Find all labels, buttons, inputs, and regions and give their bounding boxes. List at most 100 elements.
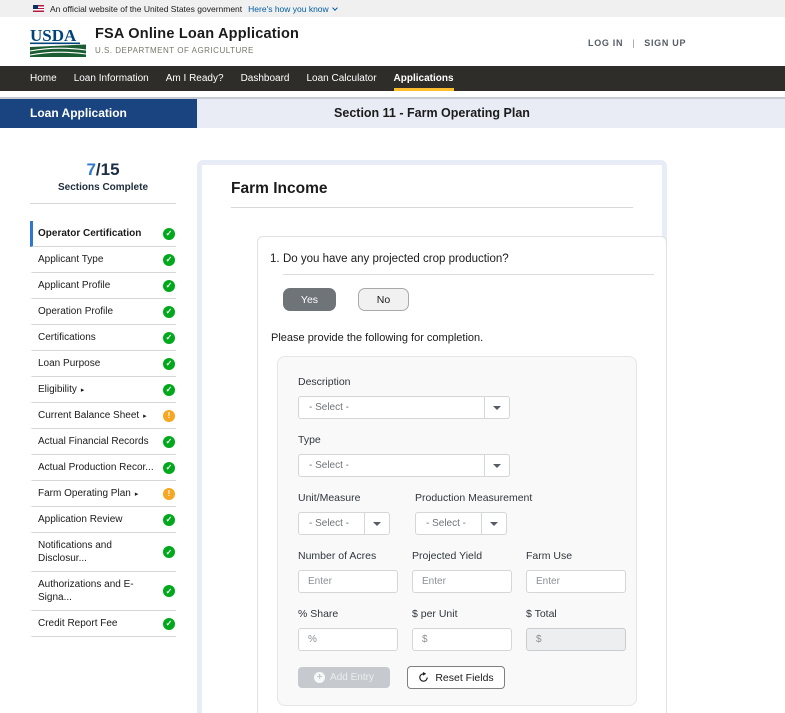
sign-up-link[interactable]: SIGN UP [644,38,686,48]
sidebar-section-item[interactable]: Application Review [30,507,176,533]
progress-total-count: /15 [96,160,120,179]
unit-measure-caret-button[interactable] [364,513,389,534]
number-of-acres-label: Number of Acres [298,550,398,562]
acres-yield-use-inputs [298,570,616,593]
sidebar-section-item[interactable]: Loan Purpose [30,351,176,377]
sidebar-section-item[interactable]: Credit Report Fee [30,611,176,637]
progress-count: 7/15 [30,160,176,180]
section-status-icon [163,514,175,526]
sidebar-section-item[interactable]: Operator Certification [30,221,176,247]
section-status-icon [163,546,175,558]
section-status-icon [163,306,175,318]
page: An official website of the United States… [0,0,785,713]
section-item-label: Applicant Profile [38,279,110,292]
nav-item[interactable]: Loan Information [74,66,149,91]
section-status-icon [163,280,175,292]
plus-icon: + [314,672,325,683]
sidebar-section-item[interactable]: Current Balance Sheet ▸ [30,403,176,429]
section-item-label: Operation Profile [38,305,113,318]
nav-item[interactable]: Loan Calculator [306,66,376,91]
section-item-label: Farm Operating Plan [38,487,131,500]
description-caret-button[interactable] [484,397,509,418]
header-titles: FSA Online Loan Application U.S. DEPARTM… [95,26,299,55]
nav-item-label: Dashboard [241,73,290,84]
type-select[interactable]: - Select - [298,454,510,477]
crop-entry-form: Description - Select - Type - Select - [277,356,637,706]
no-button[interactable]: No [358,288,409,311]
unit-measurement-row: Unit/Measure - Select - Production Measu… [298,492,616,535]
type-caret-button[interactable] [484,455,509,476]
nav-item-label: Home [30,73,57,84]
app-title: FSA Online Loan Application [95,26,299,42]
sidebar-section-item[interactable]: Operation Profile [30,299,176,325]
unit-measure-label: Unit/Measure [298,492,390,504]
usda-logo-text: USDA [30,26,77,45]
question-card: 1. Do you have any projected crop produc… [257,236,667,713]
nav-item-label: Loan Calculator [306,73,376,84]
progress-summary: 7/15 Sections Complete [30,160,176,193]
section-item-label: Loan Purpose [38,357,100,370]
acres-yield-use-labels: Number of Acres Projected Yield Farm Use [298,550,616,562]
section-item-label: Applicant Type [38,253,103,266]
section-item-label: Actual Financial Records [38,435,149,448]
question-text: Do you have any projected crop productio… [283,253,509,265]
production-measurement-caret-button[interactable] [481,513,506,534]
nav-item[interactable]: Am I Ready? [166,66,224,91]
unit-measure-select-value: - Select - [299,518,364,529]
sidebar-section-item[interactable]: Applicant Type [30,247,176,273]
description-select-value: - Select - [299,402,484,413]
farm-use-input[interactable] [526,570,626,593]
section-status-icon [163,384,175,396]
unit-measure-select[interactable]: - Select - [298,512,390,535]
auth-links: LOG IN | SIGN UP [588,38,686,48]
sidebar-section-item[interactable]: Actual Financial Records [30,429,176,455]
production-measurement-select[interactable]: - Select - [415,512,507,535]
projected-yield-input[interactable] [412,570,512,593]
nav-item[interactable]: Home [30,66,57,91]
unit-measure-group: Unit/Measure - Select - [298,492,390,535]
section-status-icon [163,254,175,266]
section-item-label: Notifications and Disclosur... [38,539,159,565]
us-flag-icon [33,5,44,12]
sidebar-section-item[interactable]: Eligibility ▸ [30,377,176,403]
add-entry-button[interactable]: + Add Entry [298,667,390,688]
percent-share-input[interactable] [298,628,398,651]
form-actions: + Add Entry Reset Fields [298,666,616,689]
sidebar-section-item[interactable]: Applicant Profile [30,273,176,299]
yes-button[interactable]: Yes [283,288,336,311]
yes-no-buttons: Yes No [283,288,654,311]
caret-down-icon [493,406,501,410]
section-status-icon [163,436,175,448]
sidebar-section-item[interactable]: Certifications [30,325,176,351]
type-label: Type [298,434,616,446]
section-status-icon [163,462,175,474]
expand-arrow-icon: ▸ [81,386,85,394]
projected-yield-label: Projected Yield [412,550,512,562]
section-status-icon [163,332,175,344]
section-item-label: Authorizations and E-Signa... [38,578,159,604]
description-group: Description - Select - [298,376,616,419]
progress-label: Sections Complete [30,182,176,193]
production-measurement-group: Production Measurement - Select - [415,492,532,535]
nav-item-label: Applications [394,73,454,84]
sidebar-section-item[interactable]: Notifications and Disclosur... [30,533,176,572]
caret-down-icon [493,464,501,468]
log-in-link[interactable]: LOG IN [588,38,623,48]
dollar-per-unit-input[interactable] [412,628,512,651]
chevron-down-icon [332,5,338,11]
nav-item[interactable]: Dashboard [241,66,290,91]
sidebar-section-item[interactable]: Authorizations and E-Signa... [30,572,176,611]
reset-fields-button[interactable]: Reset Fields [407,666,505,689]
sections-sidebar: 7/15 Sections Complete Operator Certific… [30,160,176,637]
dollar-total-input [526,628,626,651]
question-number: 1. [270,253,283,265]
app-header: USDA FSA Online Loan Application U.S. DE… [0,17,785,66]
usda-logo[interactable]: USDA [30,26,86,58]
gov-banner-link[interactable]: Here's how you know [248,4,337,14]
number-of-acres-input[interactable] [298,570,398,593]
sidebar-section-item[interactable]: Farm Operating Plan ▸ [30,481,176,507]
description-select[interactable]: - Select - [298,396,510,419]
nav-item[interactable]: Applications [394,66,454,91]
add-entry-label: Add Entry [330,672,374,683]
sidebar-section-item[interactable]: Actual Production Recor... [30,455,176,481]
